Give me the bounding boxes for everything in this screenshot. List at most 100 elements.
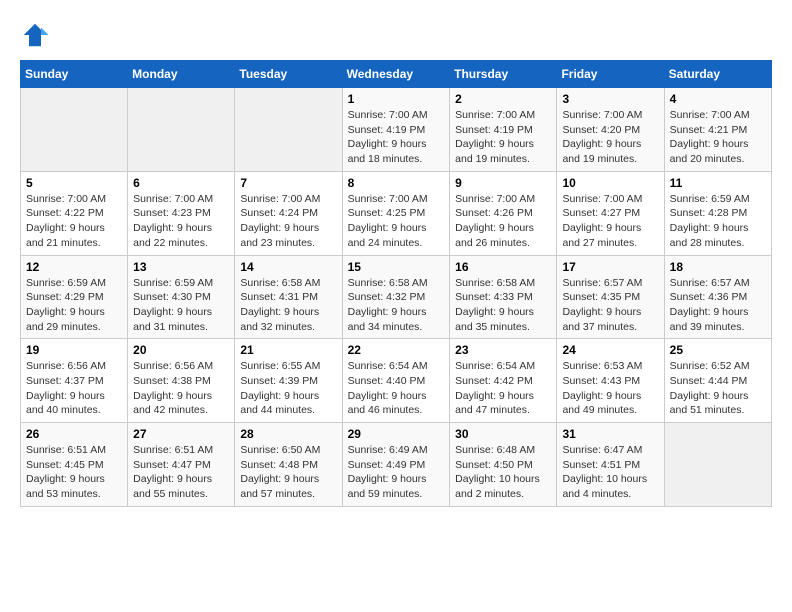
day-info: Sunrise: 7:00 AMSunset: 4:22 PMDaylight:… xyxy=(26,192,122,251)
week-row-4: 19 Sunrise: 6:56 AMSunset: 4:37 PMDayligh… xyxy=(21,339,772,423)
calendar-cell xyxy=(664,423,771,507)
weekday-header-thursday: Thursday xyxy=(450,61,557,88)
day-number: 5 xyxy=(26,176,122,190)
day-info: Sunrise: 6:55 AMSunset: 4:39 PMDaylight:… xyxy=(240,359,336,418)
day-info: Sunrise: 7:00 AMSunset: 4:19 PMDaylight:… xyxy=(348,108,445,167)
week-row-2: 5 Sunrise: 7:00 AMSunset: 4:22 PMDaylight… xyxy=(21,171,772,255)
calendar-cell: 4 Sunrise: 7:00 AMSunset: 4:21 PMDaylight… xyxy=(664,88,771,172)
day-info: Sunrise: 6:58 AMSunset: 4:31 PMDaylight:… xyxy=(240,276,336,335)
day-info: Sunrise: 6:58 AMSunset: 4:32 PMDaylight:… xyxy=(348,276,445,335)
calendar-cell: 21 Sunrise: 6:55 AMSunset: 4:39 PMDayligh… xyxy=(235,339,342,423)
calendar-cell: 13Sunrise: 6:59 AMSunset: 4:30 PMDayligh… xyxy=(128,255,235,339)
day-info: Sunrise: 6:48 AMSunset: 4:50 PMDaylight:… xyxy=(455,443,551,502)
calendar-cell: 7 Sunrise: 7:00 AMSunset: 4:24 PMDaylight… xyxy=(235,171,342,255)
week-row-1: 1 Sunrise: 7:00 AMSunset: 4:19 PMDaylight… xyxy=(21,88,772,172)
weekday-header-saturday: Saturday xyxy=(664,61,771,88)
calendar-cell: 14 Sunrise: 6:58 AMSunset: 4:31 PMDayligh… xyxy=(235,255,342,339)
day-number: 19 xyxy=(26,343,122,357)
calendar-cell xyxy=(21,88,128,172)
day-info: Sunrise: 6:50 AMSunset: 4:48 PMDaylight:… xyxy=(240,443,336,502)
day-number: 23 xyxy=(455,343,551,357)
day-number: 6 xyxy=(133,176,229,190)
calendar-cell: 11 Sunrise: 6:59 AMSunset: 4:28 PMDayligh… xyxy=(664,171,771,255)
day-info: Sunrise: 6:54 AMSunset: 4:42 PMDaylight:… xyxy=(455,359,551,418)
day-number: 20 xyxy=(133,343,229,357)
day-info: Sunrise: 6:56 AMSunset: 4:37 PMDaylight:… xyxy=(26,359,122,418)
day-info: Sunrise: 6:53 AMSunset: 4:43 PMDaylight:… xyxy=(562,359,658,418)
day-number: 21 xyxy=(240,343,336,357)
calendar-cell: 10Sunrise: 7:00 AMSunset: 4:27 PMDayligh… xyxy=(557,171,664,255)
weekday-header-sunday: Sunday xyxy=(21,61,128,88)
weekday-header-tuesday: Tuesday xyxy=(235,61,342,88)
calendar-cell: 12Sunrise: 6:59 AMSunset: 4:29 PMDayligh… xyxy=(21,255,128,339)
calendar-cell: 23 Sunrise: 6:54 AMSunset: 4:42 PMDayligh… xyxy=(450,339,557,423)
day-info: Sunrise: 6:57 AMSunset: 4:36 PMDaylight:… xyxy=(670,276,766,335)
calendar-cell: 24 Sunrise: 6:53 AMSunset: 4:43 PMDayligh… xyxy=(557,339,664,423)
day-number: 28 xyxy=(240,427,336,441)
weekday-header-wednesday: Wednesday xyxy=(342,61,450,88)
calendar-cell: 3 Sunrise: 7:00 AMSunset: 4:20 PMDaylight… xyxy=(557,88,664,172)
day-info: Sunrise: 6:58 AMSunset: 4:33 PMDaylight:… xyxy=(455,276,551,335)
calendar-cell: 25Sunrise: 6:52 AMSunset: 4:44 PMDayligh… xyxy=(664,339,771,423)
day-number: 13 xyxy=(133,260,229,274)
calendar-cell: 16Sunrise: 6:58 AMSunset: 4:33 PMDayligh… xyxy=(450,255,557,339)
calendar-cell: 30 Sunrise: 6:48 AMSunset: 4:50 PMDayligh… xyxy=(450,423,557,507)
calendar-cell: 29 Sunrise: 6:49 AMSunset: 4:49 PMDayligh… xyxy=(342,423,450,507)
calendar-cell: 27Sunrise: 6:51 AMSunset: 4:47 PMDayligh… xyxy=(128,423,235,507)
day-info: Sunrise: 6:49 AMSunset: 4:49 PMDaylight:… xyxy=(348,443,445,502)
day-info: Sunrise: 6:59 AMSunset: 4:29 PMDaylight:… xyxy=(26,276,122,335)
day-number: 30 xyxy=(455,427,551,441)
day-info: Sunrise: 7:00 AMSunset: 4:19 PMDaylight:… xyxy=(455,108,551,167)
day-number: 14 xyxy=(240,260,336,274)
day-number: 10 xyxy=(562,176,658,190)
day-number: 24 xyxy=(562,343,658,357)
day-number: 29 xyxy=(348,427,445,441)
calendar-cell: 2 Sunrise: 7:00 AMSunset: 4:19 PMDaylight… xyxy=(450,88,557,172)
calendar-cell: 1 Sunrise: 7:00 AMSunset: 4:19 PMDaylight… xyxy=(342,88,450,172)
calendar-cell: 8Sunrise: 7:00 AMSunset: 4:25 PMDaylight… xyxy=(342,171,450,255)
day-number: 18 xyxy=(670,260,766,274)
day-number: 11 xyxy=(670,176,766,190)
day-number: 25 xyxy=(670,343,766,357)
calendar-cell: 31 Sunrise: 6:47 AMSunset: 4:51 PMDayligh… xyxy=(557,423,664,507)
day-info: Sunrise: 7:00 AMSunset: 4:26 PMDaylight:… xyxy=(455,192,551,251)
logo-icon xyxy=(20,20,50,50)
day-number: 31 xyxy=(562,427,658,441)
calendar-cell: 5 Sunrise: 7:00 AMSunset: 4:22 PMDaylight… xyxy=(21,171,128,255)
day-number: 1 xyxy=(348,92,445,106)
calendar-cell: 28 Sunrise: 6:50 AMSunset: 4:48 PMDayligh… xyxy=(235,423,342,507)
weekday-header-row: SundayMondayTuesdayWednesdayThursdayFrid… xyxy=(21,61,772,88)
day-number: 15 xyxy=(348,260,445,274)
day-info: Sunrise: 7:00 AMSunset: 4:21 PMDaylight:… xyxy=(670,108,766,167)
calendar-cell: 15 Sunrise: 6:58 AMSunset: 4:32 PMDayligh… xyxy=(342,255,450,339)
calendar-cell xyxy=(235,88,342,172)
day-info: Sunrise: 6:56 AMSunset: 4:38 PMDaylight:… xyxy=(133,359,229,418)
day-number: 17 xyxy=(562,260,658,274)
calendar-cell: 9 Sunrise: 7:00 AMSunset: 4:26 PMDaylight… xyxy=(450,171,557,255)
day-info: Sunrise: 7:00 AMSunset: 4:24 PMDaylight:… xyxy=(240,192,336,251)
day-number: 3 xyxy=(562,92,658,106)
day-info: Sunrise: 6:57 AMSunset: 4:35 PMDaylight:… xyxy=(562,276,658,335)
calendar-cell: 19 Sunrise: 6:56 AMSunset: 4:37 PMDayligh… xyxy=(21,339,128,423)
calendar-cell: 22Sunrise: 6:54 AMSunset: 4:40 PMDayligh… xyxy=(342,339,450,423)
weekday-header-monday: Monday xyxy=(128,61,235,88)
day-number: 7 xyxy=(240,176,336,190)
day-number: 9 xyxy=(455,176,551,190)
day-info: Sunrise: 7:00 AMSunset: 4:20 PMDaylight:… xyxy=(562,108,658,167)
week-row-5: 26Sunrise: 6:51 AMSunset: 4:45 PMDayligh… xyxy=(21,423,772,507)
day-info: Sunrise: 6:59 AMSunset: 4:28 PMDaylight:… xyxy=(670,192,766,251)
calendar-table: SundayMondayTuesdayWednesdayThursdayFrid… xyxy=(20,60,772,507)
calendar-cell xyxy=(128,88,235,172)
day-info: Sunrise: 7:00 AMSunset: 4:25 PMDaylight:… xyxy=(348,192,445,251)
logo xyxy=(20,20,54,50)
day-number: 4 xyxy=(670,92,766,106)
day-number: 27 xyxy=(133,427,229,441)
day-number: 22 xyxy=(348,343,445,357)
day-info: Sunrise: 7:00 AMSunset: 4:23 PMDaylight:… xyxy=(133,192,229,251)
day-info: Sunrise: 6:47 AMSunset: 4:51 PMDaylight:… xyxy=(562,443,658,502)
day-number: 2 xyxy=(455,92,551,106)
calendar-cell: 18 Sunrise: 6:57 AMSunset: 4:36 PMDayligh… xyxy=(664,255,771,339)
day-number: 26 xyxy=(26,427,122,441)
calendar-cell: 6 Sunrise: 7:00 AMSunset: 4:23 PMDaylight… xyxy=(128,171,235,255)
week-row-3: 12Sunrise: 6:59 AMSunset: 4:29 PMDayligh… xyxy=(21,255,772,339)
